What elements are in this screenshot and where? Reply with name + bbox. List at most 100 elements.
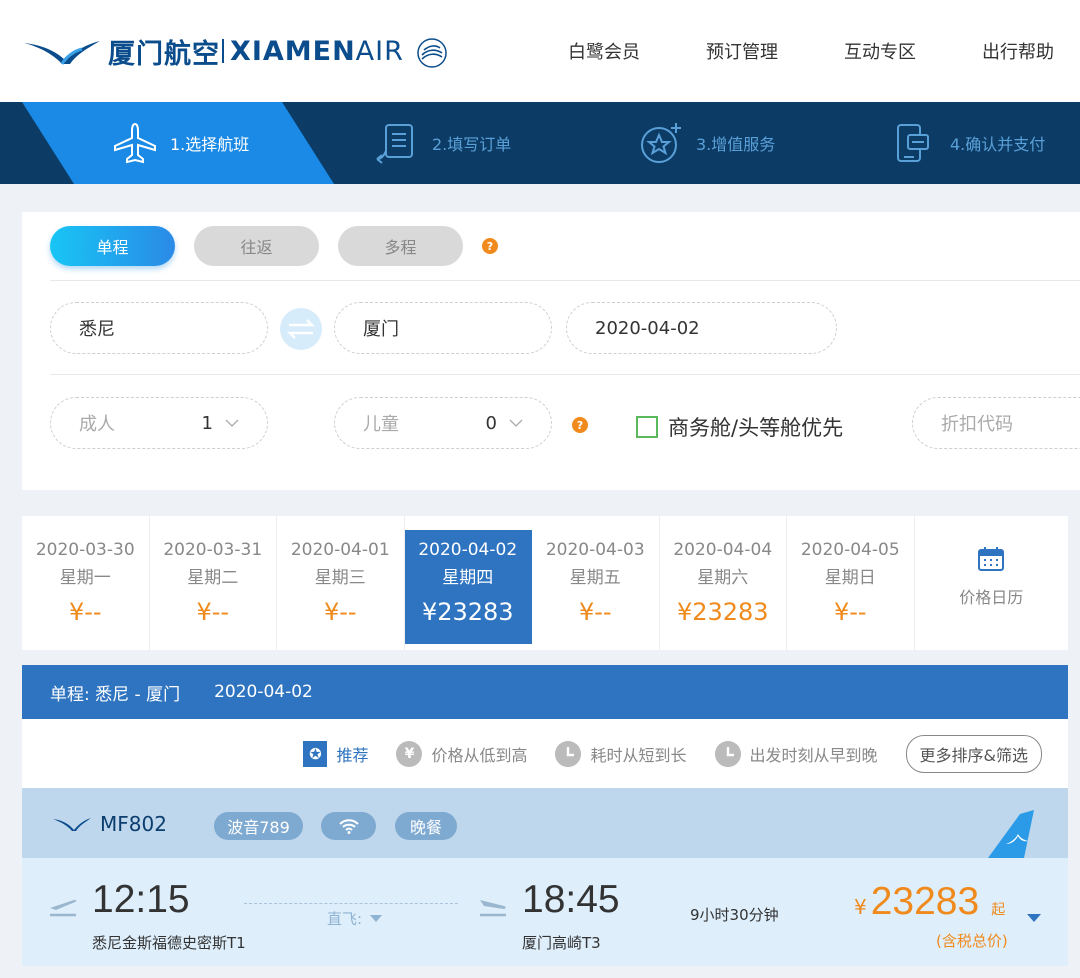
trip-help-icon[interactable]: ? [482,238,498,254]
booking-steps: 1.选择航班 2.填写订单 3.增值服务 4.确认并支付 [0,102,1080,184]
child-count: 0 [486,413,523,434]
divider [50,374,1080,375]
date-price-strip: 2020-03-30 星期一 ¥-- 2020-03-31 星期二 ¥-- 2020-0… [22,516,1068,650]
business-first-label: 商务舱/头等舱优先 [668,416,844,440]
site-header: 厦门航空 XIAMENAIR 白鹭会员 预订管理 互动专区 出行帮助 [0,0,1080,102]
departure-time: 12:15 [92,878,190,921]
sort-recommend[interactable]: ✪ 推荐 [303,740,368,767]
step-fill-order: 2.填写订单 [374,102,511,184]
sort-bar: ✪ 推荐 ¥ 价格从低到高 耗时从短到长 出发时刻从早到晚 更多排序&筛选 [22,719,1068,788]
sort-departure[interactable]: 出发时刻从早到晚 [714,740,878,767]
caret-down-icon [370,915,383,922]
departure-airport: 悉尼金斯福德史密斯T1 [92,934,246,952]
adult-label: 成人 [79,414,115,435]
landing-icon [480,900,506,917]
tab-one-way[interactable]: 单程 [50,226,175,266]
yen-icon: ¥ [396,740,423,767]
step-label: 4.确认并支付 [950,135,1046,154]
tax-included-note: (含税总价) [936,932,1008,950]
logo-divider [222,39,224,63]
logo-chinese-name: 厦门航空 [108,38,220,70]
route-label: 单程: 悉尼 - 厦门 [50,684,181,705]
logo-english-name: XIAMENAIR [230,35,404,67]
chevron-down-icon [509,419,523,427]
departure-date-value: 2020-04-02 [595,317,700,339]
step-label: 3.增值服务 [696,135,776,154]
origin-field[interactable]: 悉尼 [50,302,268,354]
departure-date-field[interactable]: 2020-04-02 [566,302,837,354]
form-icon [376,124,413,164]
nav-interactive[interactable]: 互动专区 [844,38,916,64]
recommend-star-icon: ✪ [303,740,328,767]
date-option[interactable]: 2020-04-04 星期六 ¥23283 [660,516,787,650]
sort-price[interactable]: ¥ 价格从低到高 [396,740,527,767]
nav-travel-help[interactable]: 出行帮助 [982,38,1054,64]
discount-code-input[interactable]: 折扣代码 [912,397,1080,449]
star-service-icon [641,123,681,163]
adult-count-select[interactable]: 成人 1 [50,397,268,449]
date-option[interactable]: 2020-03-31 星期二 ¥-- [150,516,277,650]
business-first-option: 商务舱/头等舱优先 [636,412,843,442]
step-value-added: 3.增值服务 [638,102,775,184]
top-nav: 白鹭会员 预订管理 互动专区 出行帮助 [568,38,1054,64]
destination-value: 厦门 [363,319,399,340]
wifi-icon [338,819,359,834]
skyteam-icon [417,38,447,68]
date-option[interactable]: 2020-04-01 星期三 ¥-- [277,516,405,650]
clock-icon [555,740,582,767]
flight-price[interactable]: ¥ 23283 起 [854,880,1005,924]
flight-duration: 9小时30分钟 [690,906,779,924]
date-option[interactable]: 2020-04-05 星期日 ¥-- [787,516,915,650]
chevron-down-icon [225,419,239,427]
adult-count: 1 [202,413,239,434]
meal-tag: 晚餐 [395,812,457,840]
trip-type-tabs: 单程 往返 多程 ? [50,226,498,266]
arrival-airport: 厦门高崎T3 [522,934,601,952]
flight-search-panel: 单程 往返 多程 ? 悉尼 厦门 2020-04-02 成人 1 儿童 0 ? [22,212,1080,490]
step-select-flight: 1.选择航班 [112,102,249,184]
destination-field[interactable]: 厦门 [334,302,552,354]
tab-round-trip[interactable]: 往返 [194,226,319,266]
route-summary-bar: 单程: 悉尼 - 厦门 2020-04-02 [22,665,1068,719]
divider [50,280,1080,281]
swap-icon [287,319,315,339]
nav-member[interactable]: 白鹭会员 [568,38,640,64]
plane-icon [114,122,156,164]
discount-code-placeholder: 折扣代码 [941,414,1013,435]
step-label: 1.选择航班 [170,135,250,154]
aircraft-tag: 波音789 [214,812,303,840]
wifi-tag [321,812,376,840]
passenger-help-icon[interactable]: ? [572,417,588,433]
expand-caret-icon[interactable] [1027,914,1041,922]
more-sort-filter-button[interactable]: 更多排序&筛选 [905,734,1042,773]
egret-logo-icon [24,41,100,65]
takeoff-icon [50,899,77,917]
route-line [244,903,458,904]
route-date: 2020-04-02 [214,682,313,702]
date-option[interactable]: 2020-03-30 星期一 ¥-- [22,516,150,650]
flight-number: MF802 [52,812,167,836]
step-confirm-pay: 4.确认并支付 [892,102,1045,184]
direct-flight-toggle[interactable]: 直飞: [327,908,383,929]
calendar-icon [978,547,1005,571]
phone-pay-icon [897,124,929,162]
xiamenair-logo[interactable]: 厦门航空 XIAMENAIR [22,26,452,76]
tab-multi-city[interactable]: 多程 [338,226,463,266]
nav-booking-management[interactable]: 预订管理 [706,38,778,64]
price-calendar-button[interactable]: 价格日历 [915,516,1069,650]
sort-duration[interactable]: 耗时从短到长 [555,740,687,767]
clock-icon [714,740,741,767]
swap-cities-button[interactable] [280,308,322,350]
price-calendar-label: 价格日历 [959,588,1024,607]
airline-logo-icon [53,818,91,831]
date-option[interactable]: 2020-04-03 星期五 ¥-- [532,516,660,650]
origin-value: 悉尼 [79,319,115,340]
step-label: 2.填写订单 [432,135,512,154]
flight-card-header: MF802 波音789 晚餐 [22,788,1068,858]
date-option-selected[interactable]: 2020-04-02 星期四 ¥23283 [404,530,532,644]
business-first-checkbox[interactable] [636,416,658,438]
child-count-select[interactable]: 儿童 0 [334,397,552,449]
flight-card[interactable]: 12:15 悉尼金斯福德史密斯T1 直飞: 18:45 厦门高崎T3 9小时30… [22,858,1068,966]
tail-fin-icon [988,810,1034,858]
child-label: 儿童 [363,414,399,435]
